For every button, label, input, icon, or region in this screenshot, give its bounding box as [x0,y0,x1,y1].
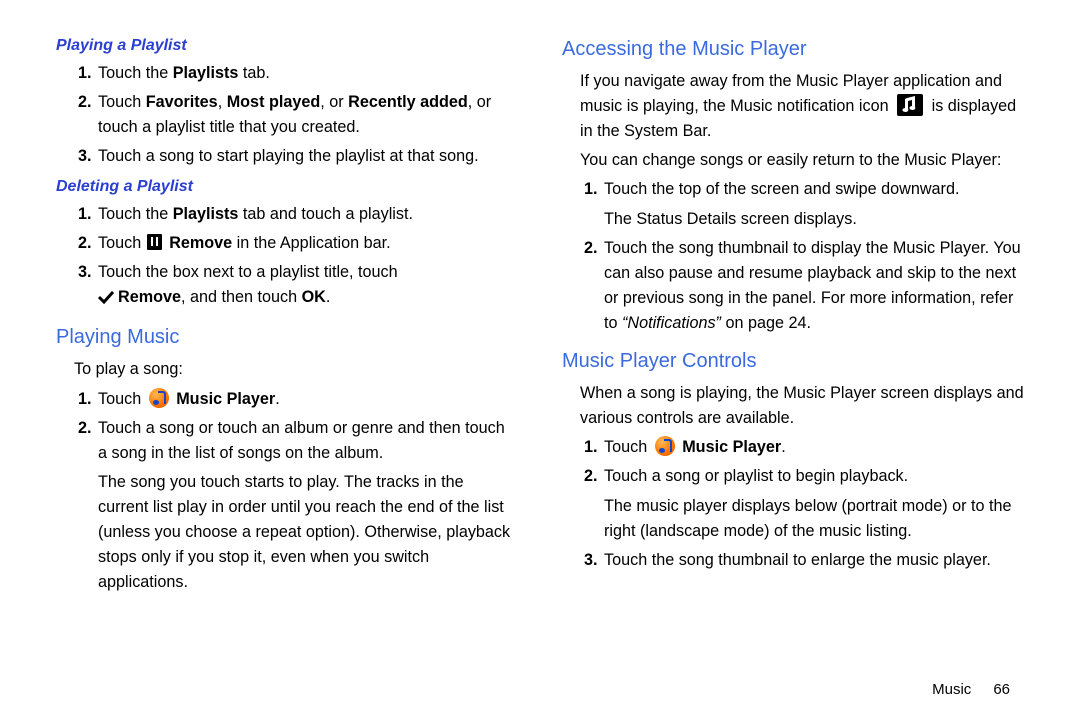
list-item: Touch Remove in the Application bar. [96,231,518,256]
amp-paragraph-1: If you navigate away from the Music Play… [562,69,1024,144]
list-item: Touch Music Player. [96,387,518,412]
page-footer: Music 66 [932,681,1010,698]
music-player-icon [655,436,675,456]
check-icon [98,287,114,312]
trash-icon [147,234,162,250]
page: Playing a Playlist Touch the Playlists t… [0,0,1080,720]
playing-music-intro: To play a song: [56,357,518,382]
footer-page-number: 66 [993,681,1010,698]
list-item: Touch a song to start playing the playli… [96,144,518,169]
heading-deleting-a-playlist: Deleting a Playlist [56,175,518,200]
right-column: Accessing the Music Player If you naviga… [540,34,1024,700]
playing-music-steps: Touch Music Player. Touch a song or touc… [56,387,518,596]
music-note-icon [897,94,923,116]
list-item: Touch the song thumbnail to enlarge the … [602,548,1024,573]
footer-section: Music [932,681,971,698]
list-item: Touch the top of the screen and swipe do… [602,177,1024,231]
list-item: Touch Music Player. [602,435,1024,460]
list-item: Touch a song or playlist to begin playba… [602,464,1024,543]
list-item: Touch the song thumbnail to display the … [602,236,1024,336]
heading-playing-music: Playing Music [56,322,518,353]
deleting-playlist-steps: Touch the Playlists tab and touch a play… [56,202,518,312]
accessing-music-steps: Touch the top of the screen and swipe do… [562,177,1024,336]
heading-music-player-controls: Music Player Controls [562,346,1024,377]
heading-accessing-music-player: Accessing the Music Player [562,34,1024,65]
mpc-paragraph-1: When a song is playing, the Music Player… [562,381,1024,431]
heading-playing-a-playlist: Playing a Playlist [56,34,518,59]
amp-paragraph-2: You can change songs or easily return to… [562,148,1024,173]
list-item: Touch the Playlists tab. [96,61,518,86]
music-player-icon [149,388,169,408]
list-item: Touch the Playlists tab and touch a play… [96,202,518,227]
music-controls-steps: Touch Music Player. Touch a song or play… [562,435,1024,573]
left-column: Playing a Playlist Touch the Playlists t… [56,34,540,700]
list-item: Touch the box next to a playlist title, … [96,260,518,312]
list-item: Touch a song or touch an album or genre … [96,416,518,596]
playing-playlist-steps: Touch the Playlists tab. Touch Favorites… [56,61,518,169]
list-item: Touch Favorites, Most played, or Recentl… [96,90,518,140]
